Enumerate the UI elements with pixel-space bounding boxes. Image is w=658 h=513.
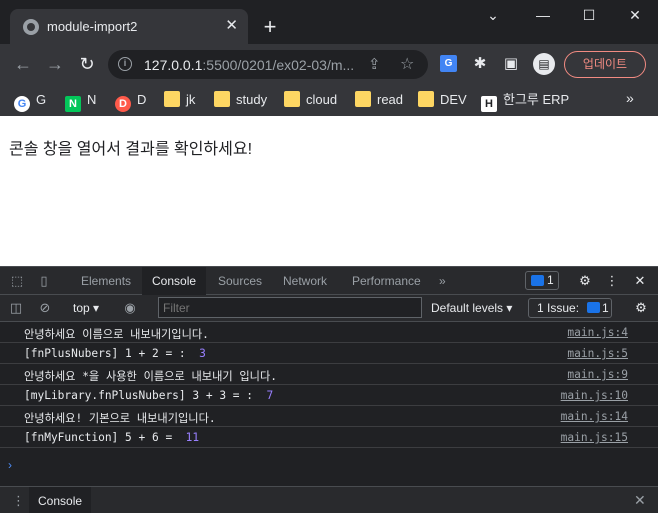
tab-elements[interactable]: Elements	[81, 267, 131, 295]
bookmark-star-icon[interactable]: ☆	[400, 54, 414, 74]
page-message: 콘솔 창을 열어서 결과를 확인하세요!	[9, 141, 253, 158]
log-text: [fnMyFunction] 5 + 6 = 11	[24, 431, 200, 444]
source-link[interactable]: main.js:15	[561, 431, 628, 444]
folder-icon	[355, 91, 371, 107]
settings-gear-icon[interactable]: ⚙	[576, 272, 594, 290]
log-text: [myLibrary.fnPlusNubers] 3 + 3 = : 7	[24, 389, 274, 402]
folder-icon	[214, 91, 230, 107]
console-prompt-icon[interactable]: ›	[8, 458, 12, 472]
bookmark-study[interactable]: study	[214, 90, 267, 110]
tab-title: module-import2	[47, 19, 138, 34]
erp-icon: H	[481, 96, 497, 112]
more-bookmarks-icon[interactable]: »	[626, 90, 634, 106]
maximize-button[interactable]: ☐	[566, 0, 612, 30]
forward-button[interactable]: →	[44, 54, 66, 76]
close-tab-icon[interactable]: ✕	[225, 17, 238, 35]
bookmark-read[interactable]: read	[355, 90, 403, 110]
console-row: 안녕하세요 *을 사용한 이름으로 내보내기 입니다. main.js:9	[0, 364, 658, 385]
bookmark-daum[interactable]: DD	[115, 90, 146, 112]
globe-icon	[23, 19, 39, 35]
browser-tab[interactable]: module-import2 ✕	[10, 9, 248, 44]
console-settings-icon[interactable]: ⚙	[632, 299, 650, 317]
console-row: [myLibrary.fnPlusNubers] 3 + 3 = : 7 mai…	[0, 385, 658, 406]
bookmark-erp[interactable]: H 한그루 ERP	[481, 90, 569, 112]
back-button[interactable]: ←	[12, 54, 34, 76]
close-drawer-icon[interactable]: ✕	[634, 492, 646, 509]
more-tabs-icon[interactable]: »	[439, 267, 446, 295]
bookmarks-bar: GG NN DD jk study cloud read DEV H 한그루 ER…	[0, 84, 658, 116]
minimize-button[interactable]: —	[520, 0, 566, 30]
update-button[interactable]: 업데이트	[564, 51, 646, 78]
console-row: 안녕하세요 이름으로 내보내기입니다. main.js:4	[0, 322, 658, 343]
browser-window: module-import2 ✕ + ⌄ — ☐ ✕ ← → ↻ i 127.0…	[0, 0, 658, 513]
log-text: 안녕하세요! 기본으로 내보내기입니다.	[24, 412, 216, 425]
side-panel-icon[interactable]: ▣	[501, 54, 521, 74]
source-link[interactable]: main.js:10	[561, 389, 628, 402]
close-window-button[interactable]: ✕	[612, 0, 658, 30]
console-filter-input[interactable]	[158, 297, 422, 318]
console-row: [fnPlusNubers] 1 + 2 = : 3 main.js:5	[0, 343, 658, 364]
profile-avatar[interactable]: ▤	[533, 53, 555, 75]
tab-search-button[interactable]: ⌄	[470, 0, 516, 30]
daum-icon: D	[115, 96, 131, 112]
tab-console[interactable]: Console	[142, 267, 207, 295]
page-viewport: 콘솔 창을 열어서 결과를 확인하세요!	[0, 116, 658, 266]
drawer-menu-icon[interactable]: ⋮	[12, 493, 25, 509]
issues-button[interactable]: 1 Issue: 1	[528, 298, 612, 318]
console-toolbar: ◫ ⊘ top ▾ ◉ Default levels ▾ 1 Issue: 1 …	[0, 295, 658, 322]
folder-icon	[284, 91, 300, 107]
bookmark-cloud[interactable]: cloud	[284, 90, 337, 110]
source-link[interactable]: main.js:4	[567, 326, 628, 339]
folder-icon	[164, 91, 180, 107]
issue-icon	[587, 302, 600, 313]
context-selector[interactable]: top ▾	[73, 301, 99, 315]
bookmark-google[interactable]: GG	[14, 90, 46, 112]
share-icon[interactable]: ⇪	[368, 55, 381, 73]
url-text: 127.0.0.1:5500/0201/ex02-03/m...	[144, 57, 355, 73]
tab-strip: module-import2 ✕ + ⌄ — ☐ ✕	[0, 0, 658, 44]
log-text: [fnPlusNubers] 1 + 2 = : 3	[24, 347, 206, 360]
naver-icon: N	[65, 96, 81, 112]
google-translate-icon[interactable]: G	[440, 55, 457, 72]
address-bar[interactable]: i 127.0.0.1:5500/0201/ex02-03/m... ⇪ ☆	[108, 50, 428, 79]
log-text: 안녕하세요 이름으로 내보내기입니다.	[24, 328, 209, 341]
extensions-icon[interactable]: ✱	[470, 54, 490, 74]
drawer-tab-console[interactable]: Console	[29, 487, 92, 513]
log-levels-dropdown[interactable]: Default levels ▾	[431, 301, 512, 315]
folder-icon	[418, 91, 434, 107]
messages-badge[interactable]: 1	[525, 271, 559, 290]
tab-network[interactable]: Network	[283, 267, 327, 295]
close-devtools-icon[interactable]: ✕	[631, 272, 649, 290]
console-output: 안녕하세요 이름으로 내보내기입니다. main.js:4 [fnPlusNub…	[0, 322, 658, 486]
message-icon	[531, 275, 544, 286]
source-link[interactable]: main.js:9	[567, 368, 628, 381]
reload-button[interactable]: ↻	[76, 54, 98, 76]
source-link[interactable]: main.js:5	[567, 347, 628, 360]
tab-sources[interactable]: Sources	[218, 267, 262, 295]
inspect-element-icon[interactable]: ⬚	[8, 272, 26, 290]
clear-console-icon[interactable]: ⊘	[36, 299, 54, 317]
bookmark-dev[interactable]: DEV	[418, 90, 467, 110]
live-expression-eye-icon[interactable]: ◉	[121, 299, 139, 317]
sidebar-toggle-icon[interactable]: ◫	[7, 299, 25, 317]
bookmark-jk[interactable]: jk	[164, 90, 195, 110]
console-row: [fnMyFunction] 5 + 6 = 11 main.js:15	[0, 427, 658, 448]
more-options-icon[interactable]: ⋮	[603, 272, 621, 290]
devtools-panel: ⬚ ▯ Elements Console Sources Network Per…	[0, 266, 658, 513]
new-tab-button[interactable]: +	[258, 16, 282, 40]
log-text: 안녕하세요 *을 사용한 이름으로 내보내기 입니다.	[24, 370, 277, 383]
browser-toolbar: ← → ↻ i 127.0.0.1:5500/0201/ex02-03/m...…	[0, 44, 658, 84]
info-icon[interactable]: i	[118, 57, 132, 71]
google-icon: G	[14, 96, 30, 112]
devtools-drawer: ⋮ Console ✕	[0, 486, 658, 513]
source-link[interactable]: main.js:14	[561, 410, 628, 423]
tab-performance[interactable]: Performance	[352, 267, 421, 295]
devtools-tabbar: ⬚ ▯ Elements Console Sources Network Per…	[0, 267, 658, 295]
console-row: 안녕하세요! 기본으로 내보내기입니다. main.js:14	[0, 406, 658, 427]
device-toolbar-icon[interactable]: ▯	[35, 272, 53, 290]
bookmark-naver[interactable]: NN	[65, 90, 96, 112]
